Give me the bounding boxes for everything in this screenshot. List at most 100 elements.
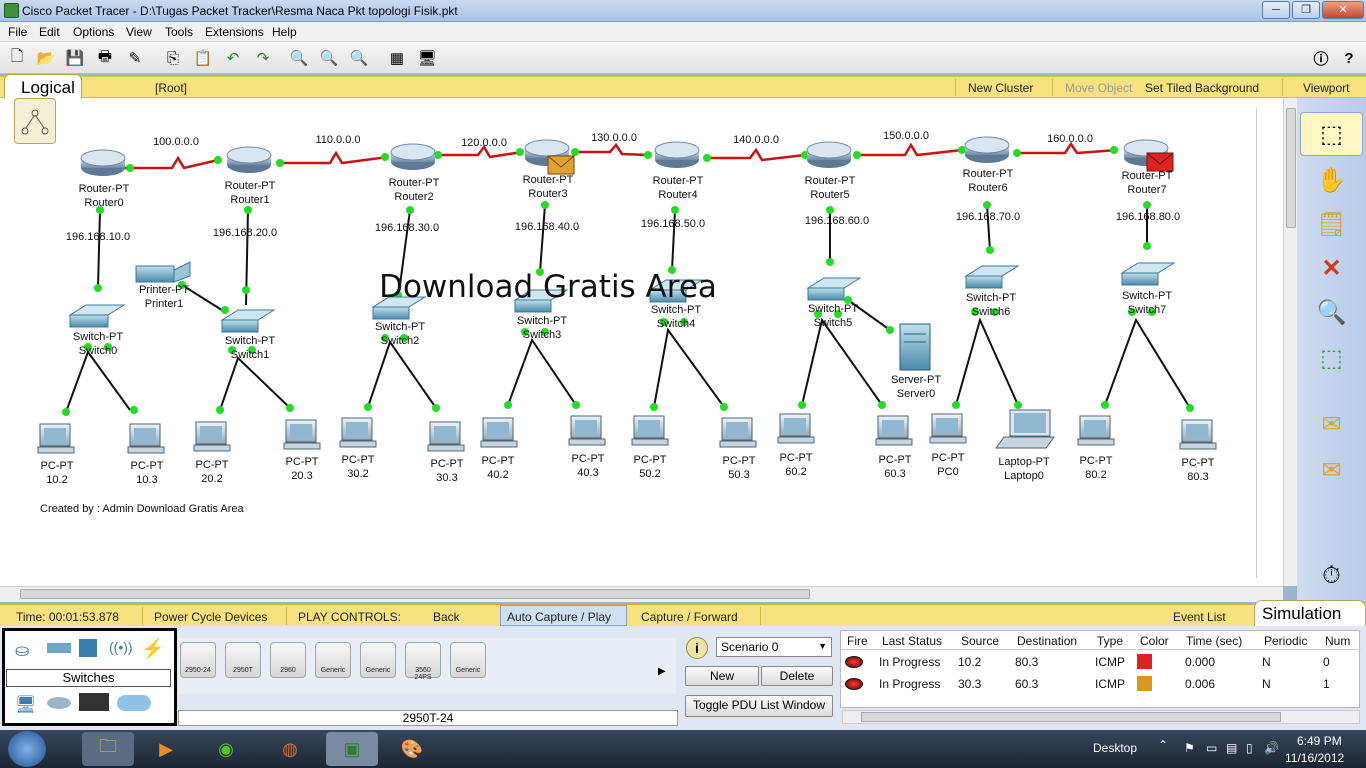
router-icon[interactable] bbox=[226, 146, 272, 173]
connections-category-icon[interactable]: ⚡ bbox=[141, 637, 165, 661]
desktop-toolbar-label[interactable]: Desktop bbox=[1093, 741, 1137, 755]
show-hidden-icons-icon[interactable]: ⌃ bbox=[1158, 738, 1168, 752]
model-2960[interactable]: 2960 bbox=[270, 642, 306, 678]
laptop-icon[interactable] bbox=[995, 409, 1055, 449]
menu-extensions[interactable]: Extensions bbox=[205, 25, 264, 39]
display-icon[interactable]: ▭ bbox=[1206, 741, 1217, 755]
packet-tracer-taskbar-icon[interactable]: ▣ bbox=[326, 732, 378, 766]
serial-link[interactable] bbox=[855, 142, 963, 157]
model-3560-24ps[interactable]: 3560 24PS bbox=[405, 642, 441, 681]
printer-icon[interactable] bbox=[135, 261, 191, 283]
add-complex-pdu-icon[interactable]: ✉ bbox=[1300, 448, 1363, 492]
back-button[interactable]: Back bbox=[433, 610, 460, 624]
menu-file[interactable]: File bbox=[8, 25, 27, 39]
router-icon[interactable] bbox=[964, 136, 1010, 163]
add-simple-pdu-icon[interactable]: ✉ bbox=[1300, 402, 1363, 446]
switch-icon[interactable] bbox=[220, 309, 276, 333]
end-devices-category-icon[interactable]: 🖥 bbox=[15, 695, 37, 715]
info-icon[interactable]: ⓘ bbox=[1310, 47, 1332, 69]
switch-icon[interactable] bbox=[68, 304, 126, 328]
pdu-list-scrollbar[interactable] bbox=[842, 710, 1360, 724]
clock-date[interactable]: 11/16/2012 bbox=[1285, 751, 1344, 765]
scroll-thumb[interactable] bbox=[861, 712, 1281, 722]
toggle-pdu-list-button[interactable]: Toggle PDU List Window bbox=[685, 695, 833, 717]
scroll-thumb[interactable] bbox=[1286, 108, 1296, 228]
zoom-reset-icon[interactable]: 🔍 bbox=[318, 47, 340, 69]
media-player-taskbar-icon[interactable]: ▶ bbox=[140, 732, 192, 766]
network-icon[interactable]: ▤ bbox=[1226, 741, 1237, 755]
paint-taskbar-icon[interactable]: 🎨 bbox=[386, 732, 438, 766]
pc-icon[interactable] bbox=[283, 419, 321, 450]
menu-help[interactable]: Help bbox=[272, 25, 297, 39]
minimize-button[interactable]: ─ bbox=[1262, 1, 1290, 19]
palette-icon[interactable]: ▦ bbox=[386, 47, 408, 69]
logical-view-icon[interactable] bbox=[14, 98, 56, 144]
menu-edit[interactable]: Edit bbox=[39, 25, 60, 39]
scroll-thumb[interactable] bbox=[20, 589, 810, 599]
undo-icon[interactable]: ↶ bbox=[222, 47, 244, 69]
menu-tools[interactable]: Tools bbox=[165, 25, 193, 39]
custom-devices-category-icon[interactable] bbox=[79, 693, 109, 711]
switches-category-icon[interactable] bbox=[47, 643, 71, 653]
serial-link[interactable] bbox=[125, 155, 219, 170]
model-2950-24[interactable]: 2950-24 bbox=[180, 642, 216, 678]
volume-icon[interactable]: 🔊 bbox=[1264, 741, 1279, 755]
select-tool-icon[interactable]: ⬚ bbox=[1300, 112, 1363, 156]
serial-link[interactable] bbox=[705, 147, 806, 162]
logical-workspace[interactable]: 100.0.0.0 110.0.0.0 120.0.0.0 130.0.0.0 … bbox=[0, 98, 1283, 586]
close-button[interactable]: ✕ bbox=[1322, 1, 1364, 19]
logical-tab[interactable]: Logical bbox=[4, 74, 82, 100]
viewport-button[interactable]: Viewport bbox=[1303, 81, 1349, 95]
serial-link[interactable] bbox=[280, 150, 389, 165]
zoom-out-icon[interactable]: 🔍 bbox=[348, 47, 370, 69]
model-generic[interactable]: Generic bbox=[450, 642, 486, 678]
pc-icon[interactable] bbox=[777, 413, 815, 444]
fire-button-icon[interactable] bbox=[845, 656, 863, 668]
pdu-envelope-icon[interactable] bbox=[547, 155, 575, 175]
workspace-vertical-scrollbar[interactable] bbox=[1283, 98, 1297, 586]
realtime-clock-icon[interactable]: ⏱ bbox=[1300, 556, 1363, 596]
custom-device-icon[interactable]: 🖥 bbox=[416, 47, 438, 69]
router-icon[interactable] bbox=[390, 143, 436, 170]
new-scenario-button[interactable]: New bbox=[685, 666, 759, 686]
scenario-select[interactable]: Scenario 0 ▼ bbox=[716, 637, 832, 657]
pc-icon[interactable] bbox=[568, 415, 606, 446]
save-icon[interactable]: 💾 bbox=[64, 47, 86, 69]
pc-icon[interactable] bbox=[631, 415, 669, 446]
hubs-category-icon[interactable] bbox=[79, 639, 97, 657]
link-router0-switch0[interactable] bbox=[97, 209, 101, 289]
new-cluster-button[interactable]: New Cluster bbox=[968, 81, 1033, 95]
pc-icon[interactable] bbox=[127, 423, 165, 454]
serial-link[interactable] bbox=[575, 142, 649, 157]
place-note-icon[interactable]: 🗒 bbox=[1300, 202, 1363, 246]
event-list-button[interactable]: Event List bbox=[1173, 610, 1226, 624]
simulation-mode-tab[interactable]: Simulation bbox=[1254, 600, 1366, 626]
model-generic[interactable]: Generic bbox=[360, 642, 396, 678]
pdu-row[interactable]: In Progress 30.3 60.3 ICMP 0.006 N 1 bbox=[841, 673, 1361, 695]
serial-link[interactable] bbox=[1015, 141, 1119, 155]
pc-icon[interactable] bbox=[929, 413, 967, 444]
router-icon[interactable] bbox=[80, 149, 126, 176]
wireless-devices-category-icon[interactable]: ((•)) bbox=[109, 639, 133, 655]
set-tiled-background-button[interactable]: Set Tiled Background bbox=[1145, 81, 1259, 95]
firefox-taskbar-icon[interactable]: ◍ bbox=[264, 732, 316, 766]
menu-view[interactable]: View bbox=[126, 25, 152, 39]
pc-icon[interactable] bbox=[1077, 415, 1115, 446]
pc-icon[interactable] bbox=[875, 415, 913, 446]
routers-category-icon[interactable]: ⛀ bbox=[15, 641, 29, 661]
workspace-horizontal-scrollbar[interactable] bbox=[0, 586, 1283, 602]
copy-icon[interactable]: ⎘ bbox=[162, 47, 184, 69]
scroll-right-icon[interactable]: ▶ bbox=[658, 666, 670, 678]
new-icon[interactable]: 🗋 bbox=[6, 47, 28, 69]
redo-icon[interactable]: ↷ bbox=[252, 47, 274, 69]
help-icon[interactable]: ? bbox=[1338, 47, 1360, 69]
switch-icon[interactable] bbox=[806, 277, 862, 301]
pc-icon[interactable] bbox=[719, 417, 757, 448]
start-button[interactable] bbox=[8, 731, 46, 767]
pc-icon[interactable] bbox=[193, 421, 231, 452]
delete-scenario-button[interactable]: Delete bbox=[761, 666, 833, 686]
link-router3-switch3[interactable] bbox=[539, 204, 546, 273]
delete-icon[interactable]: ✕ bbox=[1300, 246, 1363, 290]
fire-button-icon[interactable] bbox=[845, 678, 863, 690]
activity-wizard-icon[interactable]: ✎ bbox=[124, 47, 146, 69]
